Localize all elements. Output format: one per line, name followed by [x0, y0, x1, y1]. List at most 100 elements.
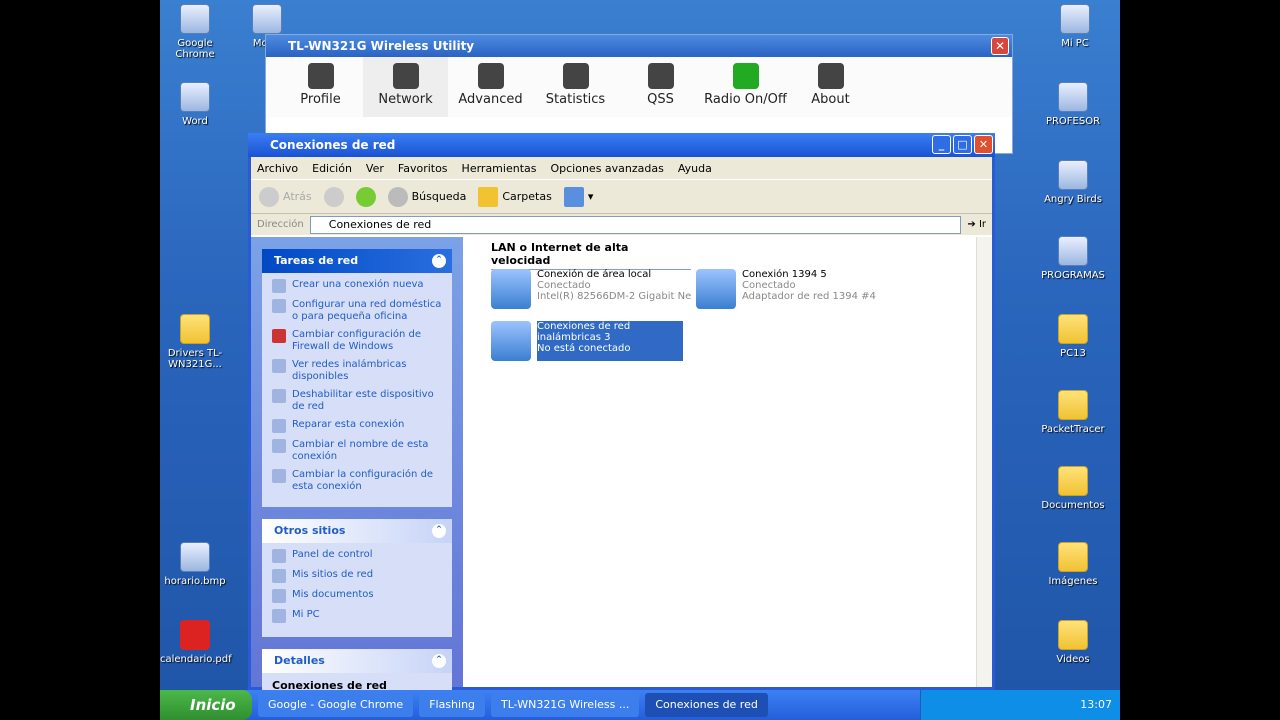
menu-opciones-avanzadas[interactable]: Opciones avanzadas: [550, 162, 663, 175]
forward-button[interactable]: [323, 186, 344, 207]
menu-bar: Archivo Edición Ver Favoritos Herramient…: [251, 157, 992, 179]
chevron-up-icon[interactable]: ⌃: [432, 254, 446, 268]
menu-ayuda[interactable]: Ayuda: [678, 162, 712, 175]
menu-edicion[interactable]: Edición: [312, 162, 352, 175]
nc-title: Conexiones de red: [270, 138, 396, 152]
maximize-icon[interactable]: □: [953, 135, 972, 154]
desktop: Google Chrome Mozill Mi PC Word PROFESOR…: [160, 0, 1120, 720]
wireless-disconnected-icon: [491, 321, 531, 361]
address-input[interactable]: Conexiones de red: [309, 215, 962, 234]
about-icon: [817, 63, 844, 89]
menu-archivo[interactable]: Archivo: [257, 162, 298, 175]
menu-herramientas[interactable]: Herramientas: [462, 162, 537, 175]
tl-about-button[interactable]: About: [788, 57, 873, 117]
task-item[interactable]: Cambiar el nombre de esta conexión: [272, 439, 446, 463]
network-tasks-box: Tareas de red ⌃ Crear una conexión nueva …: [262, 249, 452, 507]
firefox-icon: [252, 4, 282, 34]
tl-qss-button[interactable]: QSS: [618, 57, 703, 117]
rename-icon: [272, 439, 286, 453]
desktop-icon-pc13[interactable]: PC13: [1038, 314, 1108, 359]
task-item[interactable]: Cambiar configuración de Firewall de Win…: [272, 329, 446, 353]
connection-item[interactable]: Conexión 1394 5 Conectado Adaptador de red…: [696, 269, 876, 309]
tl-network-button[interactable]: Network: [363, 57, 448, 117]
desktop-icon-documentos[interactable]: Documentos: [1038, 466, 1108, 511]
network-tasks-header[interactable]: Tareas de red ⌃: [262, 249, 452, 273]
desktop-icon-angry-birds[interactable]: Angry Birds: [1038, 160, 1108, 205]
tl-radio-button[interactable]: Radio On/Off: [703, 57, 788, 117]
chevron-up-icon[interactable]: ⌃: [432, 654, 446, 668]
desktop-icon-mipc[interactable]: Mi PC: [1040, 4, 1110, 49]
views-button[interactable]: ▾: [563, 186, 593, 207]
task-item[interactable]: Ver redes inalámbricas disponibles: [272, 359, 446, 383]
task-item[interactable]: Deshabilitar este dispositivo de red: [272, 389, 446, 413]
place-item[interactable]: Mi PC: [272, 609, 446, 623]
desktop-icon-packettracer[interactable]: PacketTracer: [1038, 390, 1108, 435]
qss-icon: [647, 63, 674, 89]
desktop-icon-drivers[interactable]: Drivers TL-WN321G...: [160, 314, 230, 370]
desktop-icon-chrome[interactable]: Google Chrome: [160, 4, 230, 60]
system-tray: 13:07: [920, 690, 1120, 720]
close-icon[interactable]: ✕: [991, 37, 1009, 55]
task-item[interactable]: Configurar una red doméstica o para pequ…: [272, 299, 446, 323]
app-icon: [1058, 160, 1088, 190]
connection-item-selected[interactable]: Conexiones de red inalámbricas 3 No está …: [491, 321, 683, 361]
desktop-icon-profesor[interactable]: PROFESOR: [1038, 82, 1108, 127]
start-button[interactable]: Inicio: [160, 690, 252, 720]
place-item[interactable]: Panel de control: [272, 549, 446, 563]
folder-icon: [180, 314, 210, 344]
place-item[interactable]: Mis sitios de red: [272, 569, 446, 583]
wireless-icon: [272, 359, 286, 373]
computer-icon: [1060, 4, 1090, 34]
other-places-box: Otros sitios ⌃ Panel de control Mis sitio…: [262, 519, 452, 637]
vertical-scrollbar[interactable]: [976, 237, 992, 687]
folder-icon: [1058, 314, 1088, 344]
folder-icon: [1058, 390, 1088, 420]
place-item[interactable]: Mis documentos: [272, 589, 446, 603]
taskbar-item[interactable]: TL-WN321G Wireless ...: [491, 693, 640, 717]
chevron-up-icon[interactable]: ⌃: [432, 524, 446, 538]
other-places-header[interactable]: Otros sitios ⌃: [262, 519, 452, 543]
profile-icon: [307, 63, 334, 89]
tl-title: TL-WN321G Wireless Utility: [288, 39, 475, 53]
computer-icon: [1058, 82, 1088, 112]
connection-item[interactable]: Conexión de área local Conectado Intel(R) …: [491, 269, 691, 309]
back-arrow-icon: [259, 186, 279, 207]
word-icon: [180, 82, 210, 112]
gear-icon: [477, 63, 504, 89]
minimize-icon[interactable]: _: [932, 135, 951, 154]
tl-profile-button[interactable]: Profile: [278, 57, 363, 117]
tl-statistics-button[interactable]: Statistics: [533, 57, 618, 117]
taskbar-item[interactable]: Google - Google Chrome: [258, 693, 414, 717]
task-item[interactable]: Crear una conexión nueva: [272, 279, 446, 293]
back-button[interactable]: Atrás: [259, 186, 312, 207]
menu-ver[interactable]: Ver: [366, 162, 384, 175]
folders-button[interactable]: Carpetas: [478, 186, 552, 207]
desktop-icon-videos[interactable]: Videos: [1038, 620, 1108, 665]
go-button[interactable]: ➔ Ir: [967, 219, 986, 230]
network-connection-icon: [491, 269, 531, 309]
desktop-icon-calendario[interactable]: calendario.pdf: [160, 620, 232, 665]
close-icon[interactable]: ✕: [974, 135, 993, 154]
details-header[interactable]: Detalles ⌃: [262, 649, 452, 673]
search-button[interactable]: Búsqueda: [387, 186, 466, 207]
documents-icon: [272, 589, 286, 603]
up-button[interactable]: [355, 186, 376, 207]
clock: 13:07: [1080, 698, 1112, 711]
folder-icon: [478, 186, 499, 207]
menu-favoritos[interactable]: Favoritos: [398, 162, 448, 175]
taskbar: Inicio Google - Google Chrome Flashing T…: [160, 690, 1120, 720]
folder-icon: [1058, 542, 1088, 572]
desktop-icon-programas[interactable]: PROGRAMAS: [1038, 236, 1108, 281]
task-item[interactable]: Reparar esta conexión: [272, 419, 446, 433]
control-panel-icon: [272, 549, 286, 563]
forward-arrow-icon: [323, 186, 344, 207]
taskbar-item-active[interactable]: Conexiones de red: [645, 693, 768, 717]
tl-advanced-button[interactable]: Advanced: [448, 57, 533, 117]
desktop-icon-imagenes[interactable]: Imágenes: [1038, 542, 1108, 587]
desktop-icon-horario[interactable]: horario.bmp: [160, 542, 230, 587]
desktop-icon-word[interactable]: Word: [160, 82, 230, 127]
task-pane: Tareas de red ⌃ Crear una conexión nueva …: [251, 237, 463, 700]
taskbar-item[interactable]: Flashing: [419, 693, 486, 717]
pdf-icon: [180, 620, 210, 650]
task-item[interactable]: Cambiar la configuración de esta conexió…: [272, 469, 446, 493]
